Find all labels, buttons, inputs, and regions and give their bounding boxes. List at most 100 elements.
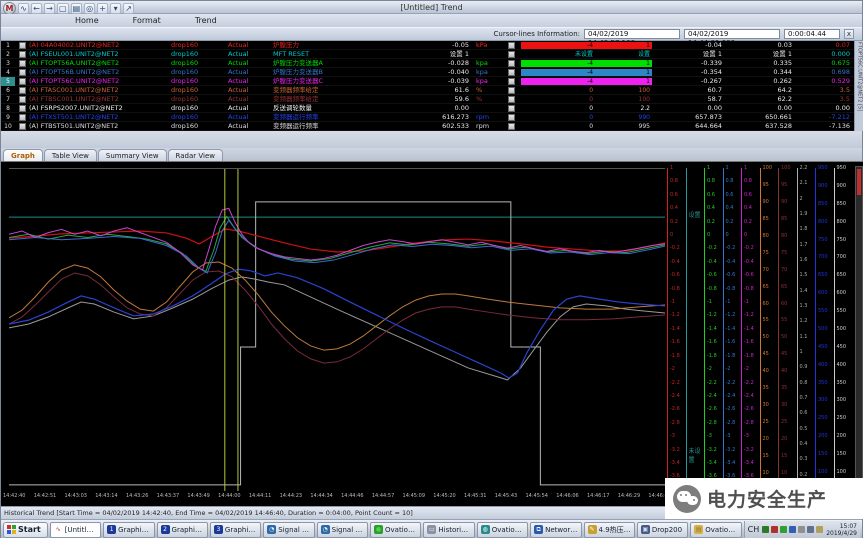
point-value: -0.039 <box>413 77 473 86</box>
table-row[interactable]: 1(A) 04A04002.UNIT2@NET2drop160Actual炉膛压… <box>1 41 854 50</box>
axis-tick-label: -1 <box>707 300 721 305</box>
row-number: 10 <box>1 122 15 131</box>
tray-icon[interactable] <box>789 526 796 533</box>
spark-icon[interactable]: ↗ <box>123 3 134 14</box>
checkbox-icon[interactable] <box>19 123 26 130</box>
document-icon: ✎ <box>588 525 597 534</box>
tray-icon[interactable] <box>807 526 814 533</box>
cursor-time1-field[interactable]: 04/02/2019 14:43:57.160 <box>584 29 680 39</box>
tab-table-view[interactable]: Table View <box>44 149 97 161</box>
checkbox-icon[interactable] <box>508 51 515 58</box>
taskbar-button[interactable]: ●Ovation Alar... <box>370 522 421 538</box>
table-row[interactable]: 3(A) FTOPT56A.UNIT2@NET2drop160Actual炉膛压… <box>1 59 854 68</box>
checkbox-icon[interactable] <box>19 69 26 76</box>
time-tick-label: 14:46:06 <box>556 493 578 499</box>
chart-scrollbar[interactable] <box>855 166 863 496</box>
axis-tick-label: 55 <box>781 318 795 323</box>
tab-radar-view[interactable]: Radar View <box>168 149 223 161</box>
table-row[interactable]: 6(A) FTASC001.UNIT2@NET2drop160Actual变频器… <box>1 86 854 95</box>
checkbox-icon[interactable] <box>19 60 26 67</box>
checkbox-icon[interactable] <box>19 96 26 103</box>
taskbar-button[interactable]: 1Graphics - -... <box>103 522 154 538</box>
splitter-strip[interactable] <box>1 131 862 148</box>
checkbox-icon[interactable] <box>19 87 26 94</box>
table-row[interactable]: 8(A) FSRPS2007.UNIT2@NET2drop160Actual反送… <box>1 104 854 113</box>
taskbar-button[interactable]: ▤Ovation App... <box>690 522 741 538</box>
taskbar-button[interactable]: ▭Historical Re... <box>423 522 474 538</box>
taskbar-button[interactable]: ◍Ovation Poin... <box>477 522 528 538</box>
tray-icon[interactable] <box>798 526 805 533</box>
back-arrow-icon[interactable]: ← <box>31 3 42 14</box>
checkbox-icon[interactable] <box>508 69 515 76</box>
axis-tick-label: -0.8 <box>744 287 758 292</box>
axis-furnace-pressure: 10.80.60.40.20-0.2-0.4-0.6-0.8-1-1.2-1.4… <box>665 168 684 491</box>
checkbox-icon[interactable] <box>19 114 26 121</box>
taskbar-button[interactable]: ✎4.9热压调... <box>584 522 635 538</box>
table-side-strip[interactable]: FTOPT56C.UNIT2@NET2 [5] <box>854 41 863 131</box>
taskbar-button[interactable]: ▣Drop200 <box>637 522 688 538</box>
row-number: 8 <box>1 104 15 113</box>
ribbon-tab-home[interactable]: Home <box>71 15 103 26</box>
checkbox-icon[interactable] <box>508 42 515 49</box>
axis-tick-label: 1 <box>744 166 758 171</box>
checkbox-icon[interactable] <box>19 78 26 85</box>
signal-diagram-icon: ◔ <box>267 525 276 534</box>
taskbar-button[interactable]: ∿[Untitled] T... <box>50 522 101 538</box>
checkbox-icon[interactable] <box>508 87 515 94</box>
table-row[interactable]: 5(A) FTOPT56C.UNIT2@NET2drop160Actual炉膛压… <box>1 77 854 86</box>
checkbox-icon[interactable] <box>508 105 515 112</box>
trend-chart-icon[interactable]: ∿ <box>18 3 29 14</box>
cursor-time2-field[interactable]: 04/02/2019 14:44:01.600 <box>684 29 780 39</box>
ribbon-tab-format[interactable]: Format <box>129 15 165 26</box>
checkbox-icon[interactable] <box>19 51 26 58</box>
cursor-delta-field[interactable]: 0:00:04.44 <box>784 29 840 39</box>
checkbox-icon[interactable] <box>508 78 515 85</box>
taskbar-button[interactable]: 3Graphics - -... <box>210 522 261 538</box>
taskbar-button[interactable]: ◔Signal Diagra... <box>263 522 314 538</box>
axis-tick-label: 0 <box>707 233 721 238</box>
table-row[interactable]: 2(A) FSEUL001.UNIT2@NET2drop160ActualMFT… <box>1 50 854 59</box>
checkbox-icon[interactable] <box>19 42 26 49</box>
axis-ticks: 10.80.60.40.20-0.2-0.4-0.6-0.8-1-1.2-1.4… <box>726 166 740 493</box>
historical-review-icon: ▭ <box>427 525 436 534</box>
start-button[interactable]: Start <box>3 522 48 538</box>
axis-tick-label: 100 <box>781 166 795 171</box>
checkbox-icon[interactable] <box>508 123 515 130</box>
language-indicator[interactable]: CH <box>748 525 760 534</box>
axis-tick-label: -2.6 <box>726 407 740 412</box>
ribbon-tab-trend[interactable]: Trend <box>191 15 221 26</box>
taskbar-button[interactable]: ◔Signal Diagra... <box>317 522 368 538</box>
grid-icon[interactable]: ▤ <box>71 3 83 14</box>
window-icon[interactable]: ▢ <box>57 3 69 14</box>
taskbar-clock[interactable]: 15:07 2019/4/29 <box>826 523 857 537</box>
zoom-icon[interactable]: ◎ <box>84 3 95 14</box>
tray-icon[interactable] <box>762 526 769 533</box>
cursor-info-close-icon[interactable]: x <box>844 29 854 39</box>
point-value: 602.533 <box>413 122 473 131</box>
checkbox-icon[interactable] <box>508 114 515 121</box>
taskbar-button[interactable]: ⧉Network and... <box>530 522 581 538</box>
tab-graph[interactable]: Graph <box>3 149 43 161</box>
table-row[interactable]: 10(A) FTBST501.UNIT2@NET2drop160Actual变频… <box>1 122 854 131</box>
forward-arrow-icon[interactable]: → <box>44 3 55 14</box>
tab-summary-view[interactable]: Summary View <box>98 149 167 161</box>
taskbar-button[interactable]: 2Graphics - -... <box>157 522 208 538</box>
tray-icon[interactable] <box>771 526 778 533</box>
checkbox-icon[interactable] <box>508 60 515 67</box>
axis-tick-label: 60 <box>763 302 777 307</box>
chart-scrollbar-thumb[interactable] <box>857 169 861 195</box>
table-row[interactable]: 4(A) FTOPT56B.UNIT2@NET2drop160Actual炉膛压… <box>1 68 854 77</box>
add-icon[interactable]: + <box>97 3 108 14</box>
dropdown-icon[interactable]: ▾ <box>110 3 121 14</box>
axis-tick-label: -1.6 <box>707 340 721 345</box>
checkbox-icon[interactable] <box>508 96 515 103</box>
tray-icon[interactable] <box>780 526 787 533</box>
axis-tick-label: -1.8 <box>707 354 721 359</box>
tray-icon[interactable] <box>816 526 823 533</box>
table-row[interactable]: 7(A) FTBSC001.UNIT2@NET2drop160Actual变频器… <box>1 95 854 104</box>
row-number: 6 <box>1 86 15 95</box>
axis-tick-label: 400 <box>818 363 832 368</box>
range-min: -4 <box>587 77 593 86</box>
checkbox-icon[interactable] <box>19 105 26 112</box>
table-row[interactable]: 9(A) FTXST501.UNIT2@NET2drop160Actual变频器… <box>1 113 854 122</box>
